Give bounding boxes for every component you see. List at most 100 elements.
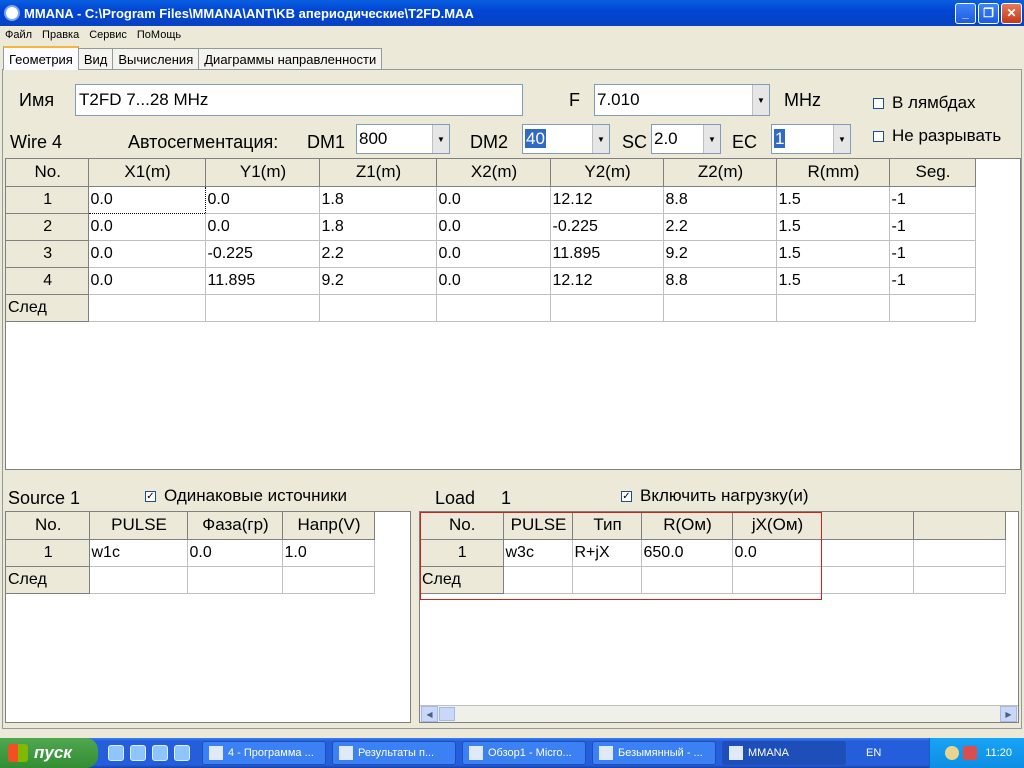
table-cell[interactable]: 11.895 (205, 267, 320, 295)
horizontal-scrollbar[interactable]: ◀ ▶ (420, 705, 1018, 722)
chevron-down-icon[interactable]: ▼ (752, 85, 769, 115)
enable-load-checkbox[interactable]: ✓ Включить нагрузку(и) (621, 486, 809, 506)
row-number[interactable]: 1 (420, 539, 504, 567)
column-header[interactable]: PULSE (503, 512, 573, 540)
table-cell[interactable]: 1.5 (776, 240, 890, 268)
table-cell[interactable] (89, 566, 188, 594)
minimize-button[interactable]: _ (955, 2, 976, 24)
column-header[interactable]: Напр(V) (282, 512, 375, 540)
tab-geometry[interactable]: Геометрия (3, 46, 79, 70)
next-row-label[interactable]: След (6, 294, 89, 322)
chevron-down-icon[interactable]: ▼ (592, 125, 609, 153)
table-row-next[interactable]: След (420, 566, 1006, 594)
checkbox-box[interactable]: ✓ (145, 490, 156, 502)
table-cell[interactable]: -0.225 (550, 213, 664, 241)
row-number[interactable]: 3 (6, 240, 89, 268)
start-button[interactable]: пуск (0, 738, 98, 768)
table-cell[interactable]: 1.5 (776, 267, 890, 295)
table-cell[interactable] (205, 294, 320, 322)
column-header[interactable]: jX(Ом) (732, 512, 822, 540)
language-indicator[interactable]: EN (866, 747, 881, 759)
same-sources-checkbox[interactable]: ✓ Одинаковые источники (145, 486, 347, 506)
row-number[interactable]: 1 (6, 186, 89, 214)
close-button[interactable]: ✕ (1001, 2, 1022, 24)
table-cell[interactable]: 12.12 (550, 186, 664, 214)
table-cell[interactable] (913, 566, 1006, 594)
table-cell[interactable]: 0.0 (436, 186, 551, 214)
table-cell[interactable]: 1.5 (776, 186, 890, 214)
table-cell[interactable] (663, 294, 777, 322)
column-header[interactable]: Z2(m) (663, 159, 777, 187)
maximize-button[interactable]: ❐ (978, 2, 999, 24)
table-cell[interactable]: w3c (503, 539, 573, 567)
task-button-program[interactable]: 4 - Программа ... (202, 741, 326, 765)
sc-combo[interactable]: 2.0 ▼ (651, 124, 721, 154)
menu-service[interactable]: Сервис (84, 29, 132, 41)
table-cell[interactable]: 0.0 (205, 213, 320, 241)
table-row-next[interactable]: След (6, 294, 976, 322)
tab-patterns[interactable]: Диаграммы направленности (198, 48, 383, 70)
menu-edit[interactable]: Правка (37, 29, 84, 41)
table-cell[interactable]: 0.0 (205, 186, 320, 214)
dm2-combo[interactable]: 40 ▼ (522, 124, 610, 154)
table-cell[interactable] (282, 566, 375, 594)
table-cell[interactable]: 0.0 (88, 240, 206, 268)
column-header[interactable]: R(mm) (776, 159, 890, 187)
row-number[interactable]: 1 (6, 539, 90, 567)
row-number[interactable]: 2 (6, 213, 89, 241)
column-header[interactable]: No. (6, 512, 90, 540)
table-cell[interactable]: 2.2 (319, 240, 437, 268)
table-cell[interactable] (821, 539, 914, 567)
table-cell[interactable]: 0.0 (187, 539, 283, 567)
column-header[interactable]: PULSE (89, 512, 188, 540)
task-button-mmana[interactable]: MMANA (722, 741, 846, 765)
table-cell[interactable]: -1 (889, 240, 976, 268)
table-cell[interactable] (776, 294, 890, 322)
column-header[interactable]: Y2(m) (550, 159, 664, 187)
task-button-paint[interactable]: Безымянный - ... (592, 741, 716, 765)
table-cell[interactable]: -1 (889, 213, 976, 241)
freq-combo[interactable]: 7.010 ▼ (594, 84, 770, 116)
next-row-label[interactable]: След (420, 566, 504, 594)
menu-file[interactable]: Файл (0, 29, 37, 41)
table-cell[interactable]: 12.12 (550, 267, 664, 295)
name-input[interactable]: T2FD 7...28 MHz (75, 84, 523, 116)
table-row[interactable]: 2 0.0 0.0 1.8 0.0 -0.225 2.2 1.5 -1 (6, 213, 976, 241)
table-row[interactable]: 1 w1c 0.0 1.0 (6, 539, 375, 567)
table-cell[interactable]: 8.8 (663, 267, 777, 295)
column-header[interactable] (821, 512, 914, 540)
ie-icon[interactable] (152, 745, 168, 761)
column-header[interactable]: No. (6, 159, 89, 187)
tab-calculations[interactable]: Вычисления (112, 48, 200, 70)
table-cell[interactable]: 8.8 (663, 186, 777, 214)
wires-table[interactable]: No. X1(m) Y1(m) Z1(m) X2(m) Y2(m) Z2(m) … (5, 158, 1021, 470)
tab-view[interactable]: Вид (77, 48, 114, 70)
table-row-next[interactable]: След (6, 566, 375, 594)
app-quicklaunch-icon[interactable] (130, 745, 146, 761)
table-cell[interactable]: 0.0 (436, 240, 551, 268)
chevron-down-icon[interactable]: ▼ (703, 125, 720, 153)
table-cell[interactable]: 11.895 (550, 240, 664, 268)
column-header[interactable]: X1(m) (88, 159, 206, 187)
tray-app-icon[interactable] (945, 746, 960, 760)
table-cell[interactable] (503, 566, 573, 594)
table-cell[interactable] (641, 566, 733, 594)
column-header[interactable] (913, 512, 1006, 540)
scroll-left-icon[interactable]: ◀ (421, 706, 438, 722)
table-cell[interactable]: 0.0 (436, 267, 551, 295)
dm1-combo[interactable]: 800 ▼ (356, 124, 450, 154)
checkbox-box[interactable] (873, 130, 884, 142)
task-button-results[interactable]: Результаты п... (332, 741, 456, 765)
column-header[interactable]: Seg. (889, 159, 976, 187)
chevron-down-icon[interactable]: ▼ (432, 125, 449, 153)
scroll-thumb[interactable] (439, 707, 455, 721)
column-header[interactable]: Z1(m) (319, 159, 437, 187)
column-header[interactable]: Фаза(гр) (187, 512, 283, 540)
table-row[interactable]: 1 0.0 0.0 1.8 0.0 12.12 8.8 1.5 -1 (6, 185, 976, 214)
table-row[interactable]: 4 0.0 11.895 9.2 0.0 12.12 8.8 1.5 -1 (6, 267, 976, 295)
table-cell[interactable]: 650.0 (641, 539, 733, 567)
table-cell[interactable]: -0.225 (205, 240, 320, 268)
table-cell[interactable]: 9.2 (663, 240, 777, 268)
table-cell[interactable] (732, 566, 822, 594)
row-number[interactable]: 4 (6, 267, 89, 295)
